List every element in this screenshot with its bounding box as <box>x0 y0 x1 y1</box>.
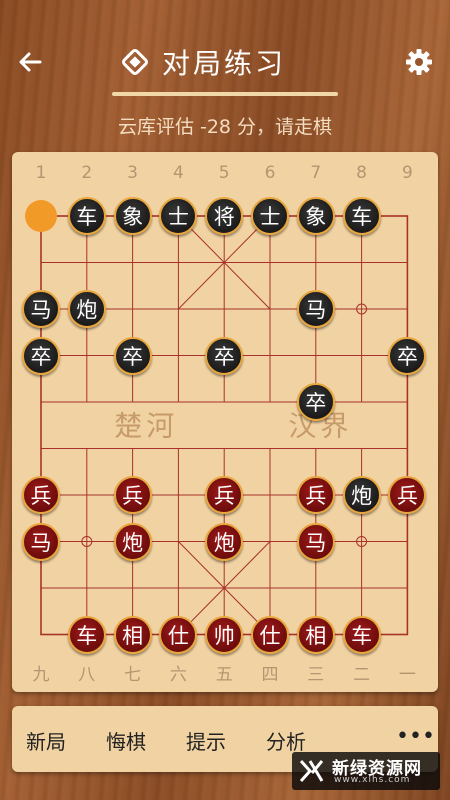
page-title: 对局练习 <box>120 40 286 84</box>
column-label-top: 7 <box>310 163 321 183</box>
red-piece[interactable]: 兵 <box>22 476 60 514</box>
black-piece[interactable]: 炮 <box>342 476 381 514</box>
hint-button[interactable]: 提示 <box>186 726 226 755</box>
column-label-bottom: 六 <box>170 665 187 685</box>
new-game-button[interactable]: 新局 <box>26 726 66 755</box>
column-label-top: 9 <box>402 163 413 183</box>
column-label-bottom: 八 <box>78 665 95 685</box>
back-arrow-icon[interactable] <box>14 46 46 78</box>
red-piece[interactable]: 帅 <box>205 615 244 654</box>
red-piece[interactable]: 仕 <box>159 615 198 654</box>
watermark-url: www.xlhs.com <box>334 775 411 785</box>
red-piece[interactable]: 车 <box>67 615 106 654</box>
black-piece[interactable]: 卒 <box>113 336 152 375</box>
black-piece[interactable]: 卒 <box>296 383 335 421</box>
black-piece[interactable]: 卒 <box>388 336 427 375</box>
red-piece[interactable]: 兵 <box>205 476 244 514</box>
column-label-bottom: 二 <box>353 665 370 685</box>
column-label-top: 5 <box>219 163 230 183</box>
undo-button[interactable]: 悔棋 <box>106 726 146 755</box>
column-label-top: 4 <box>173 163 184 183</box>
river-left-label: 楚河 <box>114 409 178 442</box>
black-piece[interactable]: 车 <box>67 197 106 235</box>
gear-icon[interactable] <box>404 47 434 77</box>
red-piece[interactable]: 炮 <box>205 522 244 561</box>
red-piece[interactable]: 炮 <box>113 522 152 561</box>
black-piece[interactable]: 卒 <box>205 336 244 375</box>
black-piece[interactable]: 象 <box>113 197 152 235</box>
black-piece[interactable]: 马 <box>296 290 335 328</box>
column-label-bottom: 三 <box>307 665 324 685</box>
black-piece[interactable]: 卒 <box>22 336 60 375</box>
diamond-logo-icon <box>122 49 148 75</box>
black-piece[interactable]: 马 <box>22 290 60 328</box>
red-piece[interactable]: 相 <box>296 615 335 654</box>
red-piece[interactable]: 仕 <box>251 615 289 654</box>
watermark-logo-icon <box>299 759 324 783</box>
more-button[interactable]: ••• <box>396 724 435 749</box>
black-piece[interactable]: 炮 <box>67 290 106 328</box>
column-label-bottom: 九 <box>33 665 50 685</box>
red-piece[interactable]: 马 <box>22 522 60 561</box>
red-piece[interactable]: 兵 <box>296 476 335 514</box>
chess-board[interactable]: 楚河 汉界 1 2 3 4 5 6 7 8 9 九八七六五四三二一 车象士将士象车马炮马卒卒卒卒卒炮兵… <box>12 152 438 692</box>
watermark: 新绿资源网 www.xlhs.com <box>292 752 440 790</box>
black-piece[interactable]: 士 <box>251 197 289 235</box>
red-piece[interactable]: 马 <box>296 522 335 561</box>
evaluation-status: 云库评估 -28 分，请走棋 <box>117 116 333 138</box>
column-label-bottom: 七 <box>124 665 141 685</box>
black-piece[interactable]: 将 <box>205 197 244 235</box>
column-label-top: 1 <box>36 163 47 183</box>
column-label-bottom: 四 <box>262 665 279 685</box>
red-piece[interactable]: 车 <box>342 615 381 654</box>
red-piece[interactable]: 兵 <box>113 476 152 514</box>
header: 对局练习 云库评估 -28 分，请走棋 <box>0 0 450 138</box>
red-piece[interactable]: 相 <box>113 615 152 654</box>
column-label-bottom: 五 <box>216 665 233 685</box>
black-piece[interactable]: 象 <box>296 197 335 235</box>
column-label-top: 3 <box>127 163 138 183</box>
column-label-bottom: 一 <box>399 665 416 685</box>
column-label-top: 6 <box>265 163 276 183</box>
analyze-button[interactable]: 分析 <box>266 726 306 755</box>
title-underline <box>112 92 338 96</box>
selection-marker[interactable] <box>25 200 57 232</box>
column-label-top: 2 <box>81 163 92 183</box>
page-title-text: 对局练习 <box>162 47 287 80</box>
column-label-top: 8 <box>356 163 367 183</box>
black-piece[interactable]: 车 <box>342 197 381 235</box>
